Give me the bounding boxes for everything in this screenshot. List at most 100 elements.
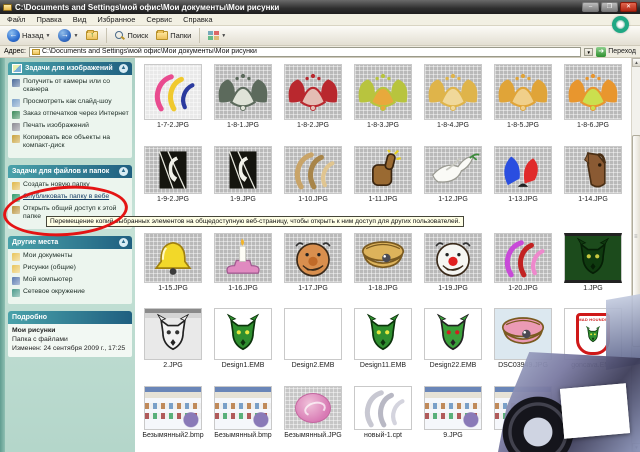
scroll-down-button[interactable]: ▼ bbox=[632, 443, 640, 452]
collapse-chevron-icon[interactable]: ▲ bbox=[119, 64, 128, 73]
file-name: 1-8-5.JPG bbox=[507, 122, 539, 129]
file-item[interactable]: 1-9-2.JPG bbox=[138, 146, 208, 203]
collapse-chevron-icon[interactable]: ▲ bbox=[119, 237, 128, 247]
task-link[interactable]: Просмотреть как слайд-шоу bbox=[12, 98, 129, 107]
file-thumbnail bbox=[214, 386, 272, 430]
other-places-header[interactable]: Другие места ▲ bbox=[8, 235, 132, 249]
file-item[interactable]: 1-17.JPG bbox=[278, 233, 348, 292]
menu-item-0[interactable]: Файл bbox=[7, 15, 25, 24]
file-item[interactable]: Design1.EMB bbox=[208, 308, 278, 369]
task-link[interactable]: Копировать все объекты на компакт-диск bbox=[12, 134, 129, 151]
task-link[interactable]: Опубликовать папку в вебе bbox=[12, 193, 129, 202]
profile-design bbox=[146, 148, 200, 192]
go-button[interactable]: ➜ Переход bbox=[596, 46, 636, 57]
file-thumbnail bbox=[494, 146, 552, 194]
menu-item-4[interactable]: Сервис bbox=[146, 15, 172, 24]
file-item[interactable]: 1-8-1.JPG bbox=[208, 64, 278, 129]
views-dropdown-icon[interactable]: ▼ bbox=[221, 33, 226, 39]
file-thumbnail bbox=[144, 233, 202, 283]
file-item[interactable]: 1-12.JPG bbox=[418, 146, 488, 203]
file-item[interactable]: 1-11.JPG bbox=[348, 146, 418, 203]
task-link[interactable]: Мои документы bbox=[12, 252, 129, 261]
file-item[interactable]: Design22.EMB bbox=[418, 308, 488, 369]
task-link[interactable]: Сетевое окружение bbox=[12, 288, 129, 297]
up-button[interactable]: ↑ bbox=[84, 30, 100, 41]
address-dropdown-button[interactable]: ▼ bbox=[584, 47, 594, 56]
back-dropdown-icon[interactable]: ▼ bbox=[46, 33, 51, 39]
file-item[interactable]: Безымянный.JPG bbox=[278, 386, 348, 439]
close-button[interactable]: ✕ bbox=[620, 2, 637, 12]
file-item[interactable]: Безымянный2.bmp bbox=[138, 386, 208, 439]
file-item[interactable]: Design11.EMB bbox=[348, 308, 418, 369]
maximize-button[interactable]: ❐ bbox=[601, 2, 618, 12]
file-item[interactable]: MAD HOUNDS goncava.EMB bbox=[558, 308, 628, 369]
search-button[interactable]: Поиск bbox=[113, 30, 150, 42]
task-link[interactable]: Рисунки (общие) bbox=[12, 264, 129, 273]
window-icon bbox=[3, 3, 12, 11]
file-item[interactable]: 1-9.JPG bbox=[208, 146, 278, 203]
task-link[interactable]: Заказ отпечатков через Интернет bbox=[12, 110, 129, 119]
lotus-design bbox=[356, 70, 410, 114]
file-thumbnail bbox=[354, 233, 412, 283]
face-design bbox=[426, 236, 480, 280]
address-input[interactable]: C:\Documents and Settings\мой офис\Мои д… bbox=[28, 46, 582, 57]
file-item[interactable]: 1-19.JPG bbox=[418, 233, 488, 292]
details-header[interactable]: Подробно bbox=[8, 310, 132, 324]
file-item[interactable]: 10.JPG bbox=[488, 386, 558, 439]
file-item[interactable]: 1-13.JPG bbox=[488, 146, 558, 203]
menu-item-3[interactable]: Избранное bbox=[97, 15, 135, 24]
file-item[interactable]: Безымянный.bmp bbox=[208, 386, 278, 439]
file-tasks-header[interactable]: Задачи для файлов и папок ▲ bbox=[8, 164, 132, 178]
file-item[interactable]: 1-8-4.JPG bbox=[418, 64, 488, 129]
file-item[interactable]: 1-8-6.JPG bbox=[558, 64, 628, 129]
file-item[interactable]: 1.JPG bbox=[558, 233, 628, 292]
file-item[interactable]: 1-15.JPG bbox=[138, 233, 208, 292]
file-thumbnail bbox=[214, 146, 272, 194]
file-item[interactable]: 1-14.JPG bbox=[558, 146, 628, 203]
file-item[interactable]: Design2.EMB bbox=[278, 308, 348, 369]
file-name: 1-9.JPG bbox=[230, 196, 256, 203]
file-item[interactable]: 1-10.JPG bbox=[278, 146, 348, 203]
file-item[interactable]: 1-8-2.JPG bbox=[278, 64, 348, 129]
scroll-up-button[interactable]: ▲ bbox=[632, 58, 640, 67]
menu-item-5[interactable]: Справка bbox=[183, 15, 212, 24]
file-item[interactable]: новый-1.cpt bbox=[348, 386, 418, 439]
views-button[interactable]: ▼ bbox=[206, 30, 228, 42]
file-item[interactable]: 1-20.JPG bbox=[488, 233, 558, 292]
back-button[interactable]: ← Назад ▼ bbox=[5, 28, 52, 43]
menu-item-1[interactable]: Правка bbox=[36, 15, 61, 24]
file-item[interactable]: 1-18.JPG bbox=[348, 233, 418, 292]
forward-button[interactable]: → ▼ bbox=[56, 28, 80, 43]
task-link[interactable]: Получить от камеры или со сканера bbox=[12, 78, 129, 95]
profile-design bbox=[216, 148, 270, 192]
task-link[interactable]: Мой компьютер bbox=[12, 276, 129, 285]
file-thumbnail bbox=[144, 386, 202, 430]
task-link[interactable]: Печать изображений bbox=[12, 122, 129, 131]
file-name: 10.JPG bbox=[511, 432, 535, 439]
picture-tasks-header[interactable]: Задачи для изображений ▲ bbox=[8, 62, 132, 75]
folders-button[interactable]: Папки bbox=[154, 30, 193, 41]
details-folder-type: Папка с файлами bbox=[12, 335, 68, 343]
file-item[interactable]: 1-8-5.JPG bbox=[488, 64, 558, 129]
green-ring-watermark bbox=[612, 16, 629, 33]
file-item[interactable]: 9.JPG bbox=[418, 386, 488, 439]
minimize-button[interactable]: – bbox=[582, 2, 599, 12]
file-item[interactable]: 2.JPG bbox=[138, 308, 208, 369]
folders-icon bbox=[156, 30, 169, 40]
file-name: Безымянный.JPG bbox=[284, 432, 342, 439]
horse-design bbox=[566, 148, 620, 192]
collapse-chevron-icon[interactable]: ▲ bbox=[119, 166, 128, 176]
file-item[interactable]: 1-16.JPG bbox=[208, 233, 278, 292]
menu-item-2[interactable]: Вид bbox=[73, 15, 87, 24]
lotus-design bbox=[216, 70, 270, 114]
file-item[interactable]: 1-8-3.JPG bbox=[348, 64, 418, 129]
task-link[interactable]: Создать новую папку bbox=[12, 181, 129, 190]
file-item[interactable]: DSC03949.JPG bbox=[488, 308, 558, 369]
address-bar: Адрес: C:\Documents and Settings\мой офи… bbox=[0, 46, 640, 58]
forward-dropdown-icon[interactable]: ▼ bbox=[73, 33, 78, 39]
vertical-scrollbar[interactable]: ▲ ▼ bbox=[631, 58, 640, 452]
swirl-design bbox=[286, 148, 340, 192]
scrollbar-thumb[interactable] bbox=[632, 135, 640, 347]
file-thumbnail bbox=[354, 386, 412, 430]
file-item[interactable]: 1-7-2.JPG bbox=[138, 64, 208, 129]
